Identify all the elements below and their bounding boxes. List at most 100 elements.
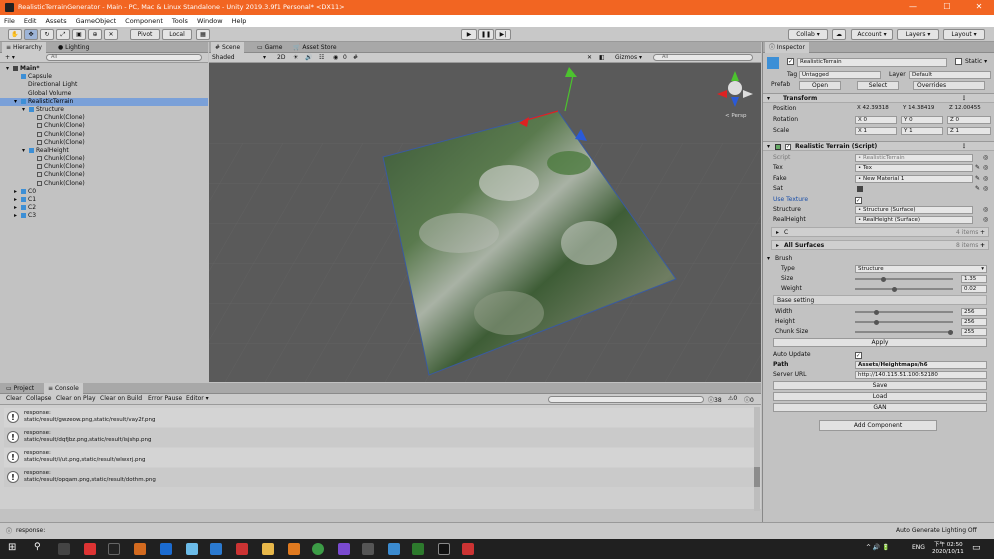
static-dropdown[interactable]: Static ▾ xyxy=(965,57,987,67)
hierarchy-item[interactable]: Chunk(Clone) xyxy=(0,163,208,171)
rotation-y-field[interactable]: Y 0 xyxy=(901,116,943,124)
audio-toggle-icon[interactable]: 🔊 xyxy=(305,54,312,61)
tab-lighting[interactable]: ● Lighting xyxy=(54,42,93,53)
object-picker-icon[interactable]: ◎ xyxy=(983,163,988,173)
app-icon-help[interactable] xyxy=(236,543,248,555)
tools-icon[interactable]: ✕ xyxy=(587,54,592,61)
sat-edit-icon[interactable]: ✎ xyxy=(975,184,980,194)
chrome-icon[interactable] xyxy=(312,543,324,555)
menu-file[interactable]: File xyxy=(4,15,15,27)
hierarchy-item[interactable]: Chunk(Clone) xyxy=(0,122,208,130)
hierarchy-item[interactable]: Capsule xyxy=(0,73,208,81)
visual-studio-icon[interactable] xyxy=(338,543,350,555)
tab-game[interactable]: ▭ Game xyxy=(253,42,286,53)
script-field-value[interactable]: • Structure (Surface) xyxy=(855,206,973,214)
error-count[interactable]: ⓘ0 xyxy=(744,395,754,404)
tab-console[interactable]: ≡ Console xyxy=(44,383,83,394)
hierarchy-item[interactable]: Chunk(Clone) xyxy=(0,155,208,163)
height-slider[interactable] xyxy=(855,319,953,325)
hierarchy-item[interactable]: ▾ Structure xyxy=(0,106,208,114)
app-icon-mail[interactable] xyxy=(210,543,222,555)
console-search-input[interactable] xyxy=(548,396,704,403)
transform-tool-icon[interactable]: ⊕ xyxy=(88,29,102,40)
notification-icon[interactable]: ▭ xyxy=(972,543,981,553)
hierarchy-item[interactable]: Global Volume xyxy=(0,90,208,98)
foldout-arrow-icon[interactable]: ▾ xyxy=(6,65,13,73)
position-y-field[interactable]: Y 14.38419 xyxy=(901,105,943,113)
layout-dropdown[interactable]: Layout ▾ xyxy=(943,29,985,40)
brush-foldout[interactable]: ▾ Brush xyxy=(763,254,994,264)
use-texture-checkbox[interactable]: ✓ xyxy=(855,196,862,204)
type-dropdown[interactable]: Structure ▾ xyxy=(855,265,987,273)
account-dropdown[interactable]: Account ▾ xyxy=(851,29,893,40)
hierarchy-item[interactable]: Chunk(Clone) xyxy=(0,139,208,147)
c-array-row[interactable]: ▸ C 4 items + xyxy=(771,227,989,237)
all-surfaces-row[interactable]: ▸ All Surfaces 8 items + xyxy=(771,240,989,250)
warning-count[interactable]: ⚠0 xyxy=(728,395,737,402)
rotate-tool-icon[interactable]: ↻ xyxy=(40,29,54,40)
script-header[interactable]: ▾ ✓ Realistic Terrain (Script) ⋮ xyxy=(763,141,994,151)
gan-button[interactable]: GAN xyxy=(773,403,987,412)
console-scrollbar[interactable] xyxy=(754,407,760,511)
hand-tool-icon[interactable]: ✋ xyxy=(8,29,22,40)
menu-component[interactable]: Component xyxy=(125,15,163,27)
position-z-field[interactable]: Z 12.00455 xyxy=(947,105,993,113)
foldout-arrow-icon[interactable]: ▾ xyxy=(22,147,29,155)
height-slider-knob[interactable] xyxy=(873,319,879,325)
app-icon-green[interactable] xyxy=(412,543,424,555)
script-field-value[interactable]: • Tex xyxy=(855,164,973,173)
apply-button[interactable]: Apply xyxy=(773,338,987,347)
console-log-entry[interactable]: ! response: static/result/opqam.png,static… xyxy=(4,468,756,487)
width-field[interactable]: 256 xyxy=(961,308,987,316)
weight-slider[interactable] xyxy=(855,286,953,292)
all-surfaces-add-icon[interactable]: + xyxy=(980,241,985,251)
app-icon-lightblue[interactable] xyxy=(186,543,198,555)
chunk-size-slider[interactable] xyxy=(855,329,953,335)
cloud-icon[interactable]: ☁ xyxy=(832,29,846,40)
search-icon[interactable]: ⚲ xyxy=(34,542,41,552)
shading-dropdown[interactable]: Shaded xyxy=(212,54,235,61)
app-icon-blue[interactable] xyxy=(160,543,172,555)
app-icon-gray[interactable] xyxy=(362,543,374,555)
prefab-open-button[interactable]: Open xyxy=(799,81,841,90)
camera-icon[interactable]: ◧ xyxy=(599,54,605,61)
c-add-icon[interactable]: + xyxy=(980,228,985,238)
custom-tool-icon[interactable]: ✕ xyxy=(104,29,118,40)
rotation-x-field[interactable]: X 0 xyxy=(855,116,897,124)
transform-menu-icon[interactable]: ⋮ xyxy=(961,94,967,104)
console-log-entry[interactable]: ! response: static/result/i/ut.png,static/… xyxy=(4,448,756,467)
menu-edit[interactable]: Edit xyxy=(24,15,37,27)
create-button[interactable]: + ▾ xyxy=(5,54,15,61)
foldout-arrow-icon[interactable]: ▸ xyxy=(14,204,21,212)
hierarchy-item[interactable]: ▸ C3 xyxy=(0,212,208,220)
object-picker-icon[interactable]: ◎ xyxy=(983,174,988,184)
static-checkbox[interactable] xyxy=(955,58,962,65)
clear-button[interactable]: Clear xyxy=(6,395,22,402)
chunk-size-slider-knob[interactable] xyxy=(948,329,953,335)
snap-icon[interactable]: ▦ xyxy=(196,29,210,40)
menu-gameobject[interactable]: GameObject xyxy=(76,15,117,27)
menu-tools[interactable]: Tools xyxy=(172,15,188,27)
load-button[interactable]: Load xyxy=(773,392,987,401)
windows-start-icon[interactable]: ⊞ xyxy=(8,542,16,553)
active-checkbox[interactable]: ✓ xyxy=(787,58,794,65)
layers-dropdown[interactable]: Layers ▾ xyxy=(897,29,939,40)
hierarchy-item[interactable]: ▸ C0 xyxy=(0,188,208,196)
foldout-arrow-icon[interactable]: ▸ xyxy=(14,212,21,220)
maximize-button[interactable]: ☐ xyxy=(932,2,962,11)
editor-dropdown[interactable]: Editor ▾ xyxy=(186,395,209,402)
effects-toggle-icon[interactable]: ☷ xyxy=(319,54,324,61)
scale-y-field[interactable]: Y 1 xyxy=(901,127,943,135)
lighting-toggle-icon[interactable]: ☀ xyxy=(293,54,298,61)
clear-on-build-button[interactable]: Clear on Build xyxy=(100,395,142,402)
object-picker-icon[interactable]: ◎ xyxy=(983,153,988,163)
persp-label[interactable]: < Persp xyxy=(725,113,747,119)
clear-on-play-button[interactable]: Clear on Play xyxy=(56,395,96,402)
rect-tool-icon[interactable]: ▣ xyxy=(72,29,86,40)
edit-icon[interactable]: ✎ xyxy=(975,163,980,173)
console-log-entry[interactable]: ! response: static/result/gwzeow.png,stati… xyxy=(4,408,756,427)
play-button[interactable]: ▶ xyxy=(461,29,477,40)
status-message[interactable]: response: xyxy=(16,527,45,534)
scale-x-field[interactable]: X 1 xyxy=(855,127,897,135)
minimize-button[interactable]: — xyxy=(898,2,928,11)
